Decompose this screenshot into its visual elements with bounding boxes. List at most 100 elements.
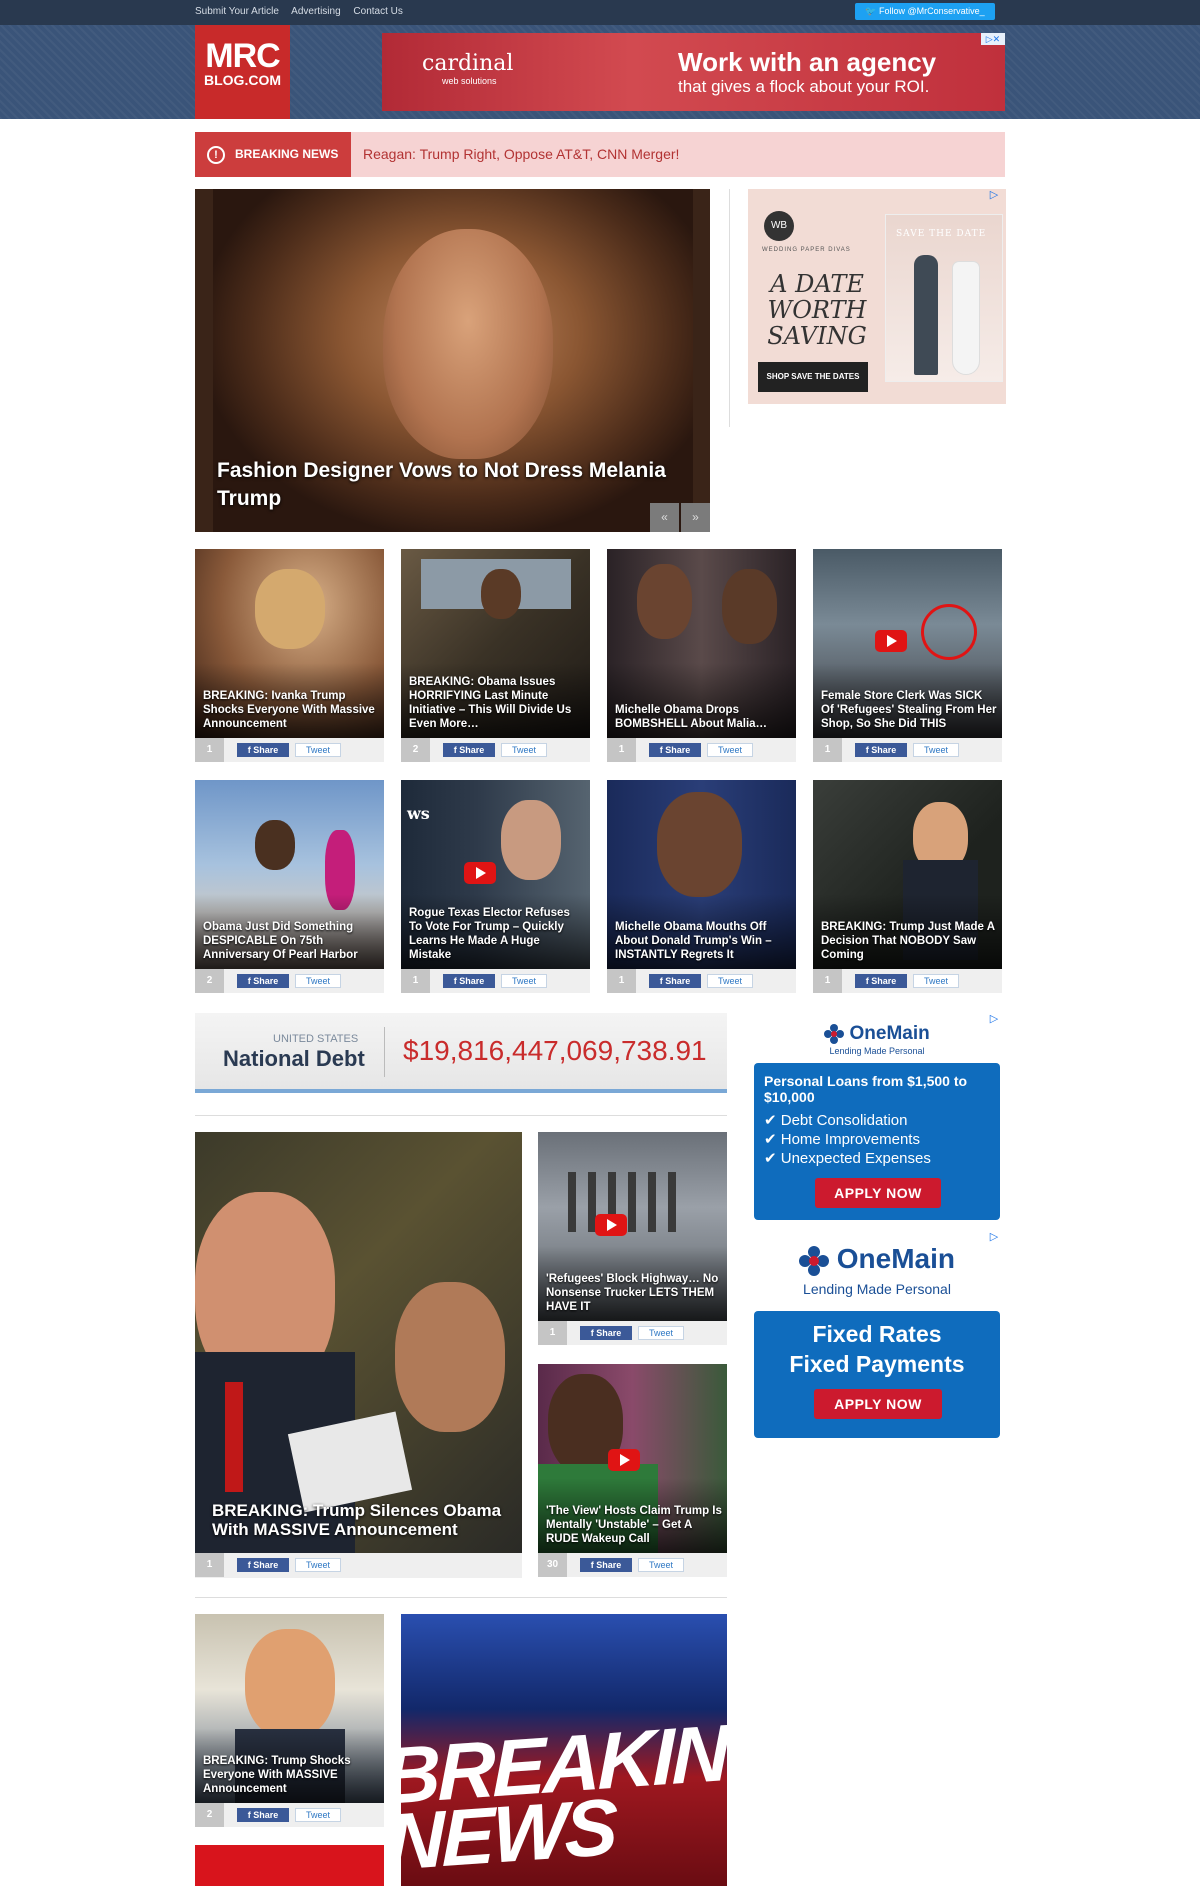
- story-card[interactable]: Michelle Obama Drops BOMBSHELL About Mal…: [607, 549, 796, 762]
- story-title[interactable]: BREAKING: Trump Shocks Everyone With MAS…: [203, 1754, 379, 1796]
- hero-slider[interactable]: Fashion Designer Vows to Not Dress Melan…: [195, 189, 710, 532]
- site-logo[interactable]: MRC BLOG.COM: [195, 25, 290, 119]
- story-title[interactable]: 'Refugees' Block Highway… No Nonsense Tr…: [546, 1272, 722, 1314]
- story-title[interactable]: BREAKING: Trump Silences Obama With MASS…: [212, 1501, 512, 1539]
- onemain-tagline: Lending Made Personal: [829, 1046, 925, 1056]
- story-card[interactable]: BREAKING: Obama Issues HORRIFYING Last M…: [401, 549, 590, 762]
- facebook-share-button[interactable]: f Share: [443, 743, 495, 757]
- story-card[interactable]: Female Store Clerk Was SICK Of 'Refugees…: [813, 549, 1002, 762]
- facebook-share-button[interactable]: f Share: [855, 743, 907, 757]
- facebook-share-button[interactable]: f Share: [649, 743, 701, 757]
- share-bar: 2 f Share Tweet: [195, 1803, 384, 1827]
- hero-title[interactable]: Fashion Designer Vows to Not Dress Melan…: [217, 457, 687, 513]
- story-card[interactable]: BREAKING: Ivanka Trump Shocks Everyone W…: [195, 549, 384, 762]
- story-card[interactable]: BREAKING: Trump Shocks Everyone With MAS…: [195, 1614, 384, 1827]
- ad-choices-icon[interactable]: ▷✕: [981, 33, 1005, 45]
- wedding-ad[interactable]: WB WEDDING PAPER DIVAS A DATE WORTH SAVI…: [748, 189, 1006, 404]
- couple-photo: SAVE THE DATE: [885, 214, 1003, 382]
- slider-prev-button[interactable]: «: [650, 503, 679, 532]
- submit-article-link[interactable]: Submit Your Article: [195, 6, 279, 17]
- facebook-share-button[interactable]: f Share: [855, 974, 907, 988]
- play-icon[interactable]: [875, 630, 907, 652]
- apply-now-button[interactable]: APPLY NOW: [814, 1389, 942, 1419]
- story-title[interactable]: Michelle Obama Mouths Off About Donald T…: [615, 920, 791, 962]
- tweet-button[interactable]: Tweet: [638, 1558, 684, 1572]
- slider-nav: « »: [648, 503, 710, 532]
- story-title[interactable]: BREAKING: Ivanka Trump Shocks Everyone W…: [203, 689, 379, 731]
- logo-mrc: MRC: [205, 37, 280, 75]
- story-card[interactable]: Obama Just Did Something DESPICABLE On 7…: [195, 780, 384, 993]
- groom-shape: [914, 255, 938, 375]
- story-card[interactable]: ws Rogue Texas Elector Refuses To Vote F…: [401, 780, 590, 993]
- share-bar: 1 f Share Tweet: [195, 1553, 522, 1578]
- facebook-share-button[interactable]: f Share: [649, 974, 701, 988]
- twitter-follow-button[interactable]: 🐦 Follow @MrConservative_: [855, 3, 995, 20]
- onemain-ad-1[interactable]: ▷ OneMain Lending Made Personal Personal…: [748, 1013, 1006, 1223]
- tweet-button[interactable]: Tweet: [295, 743, 341, 757]
- photo-caption: SAVE THE DATE: [896, 229, 987, 239]
- benefit-text: Unexpected Expenses: [780, 1150, 931, 1167]
- shop-save-dates-button[interactable]: SHOP SAVE THE DATES: [758, 362, 868, 392]
- slider-next-button[interactable]: »: [681, 503, 710, 532]
- play-icon[interactable]: [595, 1214, 627, 1236]
- tweet-button[interactable]: Tweet: [295, 1558, 341, 1572]
- portrait-shape: [255, 820, 295, 870]
- breaking-headline[interactable]: Reagan: Trump Right, Oppose AT&T, CNN Me…: [363, 146, 679, 162]
- tweet-button[interactable]: Tweet: [501, 743, 547, 757]
- comment-count: 1: [813, 969, 842, 993]
- facebook-share-button[interactable]: f Share: [580, 1326, 632, 1340]
- story-card[interactable]: 'The View' Hosts Claim Trump Is Mentally…: [538, 1364, 727, 1577]
- facebook-share-button[interactable]: f Share: [580, 1558, 632, 1572]
- facebook-share-button[interactable]: f Share: [443, 974, 495, 988]
- apply-now-button[interactable]: APPLY NOW: [815, 1178, 941, 1208]
- facebook-share-button[interactable]: f Share: [237, 1808, 289, 1822]
- loan-panel: Personal Loans from $1,500 to $10,000 ✔ …: [754, 1063, 1000, 1220]
- story-thumb: 'Refugees' Block Highway… No Nonsense Tr…: [538, 1132, 727, 1321]
- story-card[interactable]: 'Refugees' Block Highway… No Nonsense Tr…: [538, 1132, 727, 1345]
- debt-label: National Debt: [223, 1046, 365, 1071]
- story-title[interactable]: BREAKING: Trump Just Made A Decision Tha…: [821, 920, 997, 962]
- logo-blog: BLOG.COM: [204, 72, 281, 88]
- breaking-news-image[interactable]: BREAKIN NEWS: [401, 1614, 727, 1886]
- play-icon[interactable]: [464, 862, 496, 884]
- comment-count: 2: [195, 969, 224, 993]
- facebook-share-button[interactable]: f Share: [237, 1558, 289, 1572]
- check-icon: ✔: [764, 1112, 781, 1129]
- comment-count: 1: [538, 1321, 567, 1345]
- story-title[interactable]: Rogue Texas Elector Refuses To Vote For …: [409, 906, 585, 962]
- portrait-shape: [637, 564, 692, 639]
- story-title[interactable]: BREAKING: Obama Issues HORRIFYING Last M…: [409, 675, 585, 731]
- onemain-ad-2[interactable]: ▷ OneMain Lending Made Personal Fixed Ra…: [748, 1231, 1006, 1439]
- facebook-share-button[interactable]: f Share: [237, 974, 289, 988]
- tweet-button[interactable]: Tweet: [295, 974, 341, 988]
- play-icon[interactable]: [608, 1449, 640, 1471]
- portrait-shape: [481, 569, 521, 619]
- story-card[interactable]: BREAKING: Trump Just Made A Decision Tha…: [813, 780, 1002, 993]
- benefit-item: ✔ Home Improvements: [764, 1130, 931, 1149]
- banner-ad[interactable]: cardinal web solutions Work with an agen…: [382, 33, 1005, 111]
- share-bar: 1 f Share Tweet: [195, 738, 384, 762]
- story-title[interactable]: Female Store Clerk Was SICK Of 'Refugees…: [821, 689, 997, 731]
- tweet-button[interactable]: Tweet: [913, 974, 959, 988]
- ad-choices-icon[interactable]: ▷: [982, 189, 1006, 201]
- story-thumb-partial[interactable]: [195, 1845, 384, 1886]
- story-thumb: Female Store Clerk Was SICK Of 'Refugees…: [813, 549, 1002, 738]
- story-title[interactable]: 'The View' Hosts Claim Trump Is Mentally…: [546, 1504, 722, 1546]
- tweet-button[interactable]: Tweet: [295, 1808, 341, 1822]
- ad-small-brand: WEDDING PAPER DIVAS: [762, 247, 851, 253]
- ad-choices-icon[interactable]: ▷: [982, 1231, 1006, 1243]
- story-title[interactable]: Obama Just Did Something DESPICABLE On 7…: [203, 920, 379, 962]
- tweet-button[interactable]: Tweet: [707, 743, 753, 757]
- featured-story[interactable]: BREAKING: Trump Silences Obama With MASS…: [195, 1132, 522, 1578]
- facebook-share-button[interactable]: f Share: [237, 743, 289, 757]
- tweet-button[interactable]: Tweet: [501, 974, 547, 988]
- advertising-link[interactable]: Advertising: [291, 6, 340, 17]
- story-title[interactable]: Michelle Obama Drops BOMBSHELL About Mal…: [615, 703, 791, 731]
- story-card[interactable]: Michelle Obama Mouths Off About Donald T…: [607, 780, 796, 993]
- highlight-circle: [921, 604, 977, 660]
- tweet-button[interactable]: Tweet: [638, 1326, 684, 1340]
- tweet-button[interactable]: Tweet: [707, 974, 753, 988]
- contact-link[interactable]: Contact Us: [353, 6, 402, 17]
- comment-count: 2: [401, 738, 430, 762]
- tweet-button[interactable]: Tweet: [913, 743, 959, 757]
